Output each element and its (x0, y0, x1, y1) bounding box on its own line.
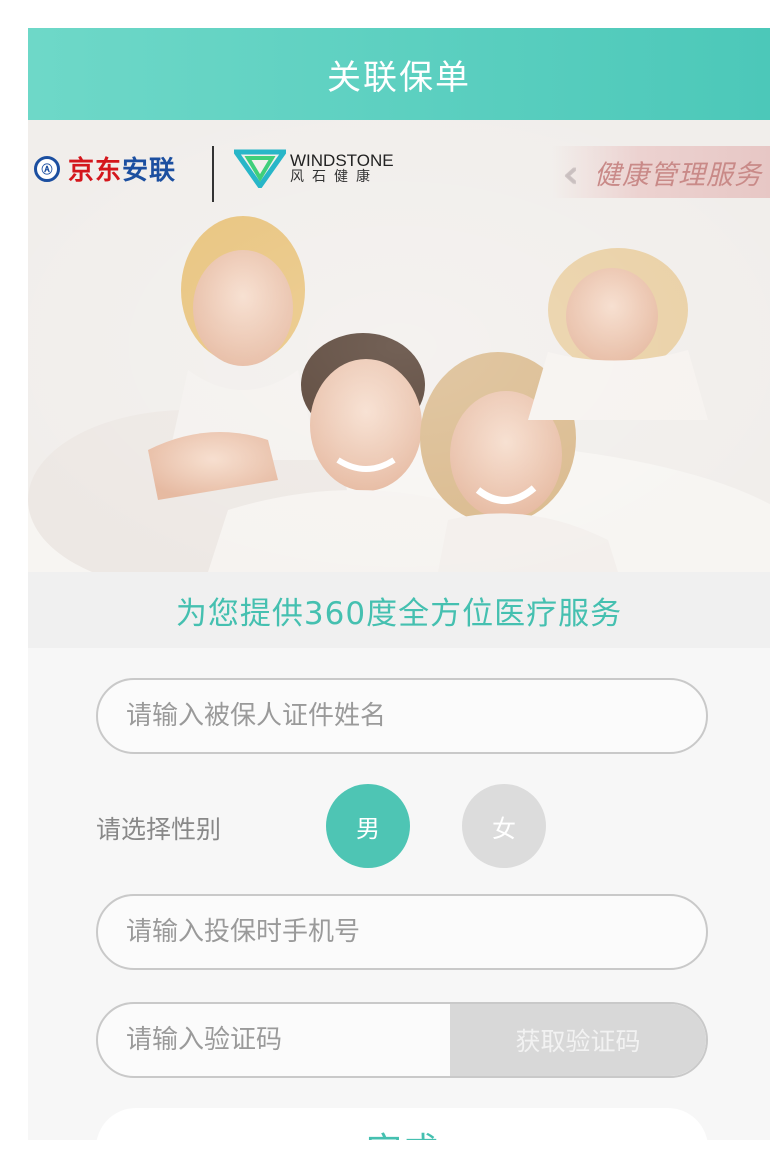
page-title: 关联保单 (327, 57, 471, 98)
link-policy-form: 请选择性别 男 女 获取验证码 完成 (28, 648, 770, 1140)
phone-field-wrapper (96, 894, 708, 970)
app-frame: 关联保单 Ⓐ 京东安联 WINDSTONE 风石健康 ‹‹‹ 健康管理服务 为您… (28, 28, 770, 1140)
allianz-icon: Ⓐ (34, 155, 60, 182)
insured-name-input[interactable] (98, 680, 706, 752)
windstone-en: WINDSTONE (290, 150, 394, 170)
hero-banner: Ⓐ 京东安联 WINDSTONE 风石健康 ‹‹‹ 健康管理服务 (28, 120, 770, 572)
verification-code-input[interactable] (98, 1004, 456, 1076)
chevron-left-icon: ‹‹‹ (562, 152, 578, 196)
windstone-cn: 风石健康 (290, 168, 378, 185)
slogan-strip: 为您提供360度全方位医疗服务 (28, 572, 770, 648)
gender-male-button[interactable]: 男 (326, 784, 410, 868)
phone-input[interactable] (98, 896, 706, 968)
jd-allianz-logo: Ⓐ 京东安联 (34, 150, 176, 187)
windstone-icon (234, 149, 286, 188)
get-code-button[interactable]: 获取验证码 (450, 1004, 706, 1076)
windstone-logo: WINDSTONE 风石健康 (234, 148, 394, 188)
gender-label: 请选择性别 (96, 815, 222, 844)
health-service-tag: ‹‹‹ 健康管理服务 (552, 146, 770, 198)
submit-button[interactable]: 完成 (96, 1108, 708, 1140)
logo-divider (212, 146, 214, 202)
gender-female-button[interactable]: 女 (462, 784, 546, 868)
code-field-wrapper: 获取验证码 (96, 1002, 708, 1078)
slogan-text: 为您提供360度全方位医疗服务 (175, 595, 623, 632)
name-field-wrapper (96, 678, 708, 754)
gender-selector: 请选择性别 男 女 (96, 784, 708, 868)
header-bar: 关联保单 (28, 28, 770, 120)
partner-logos: Ⓐ 京东安联 WINDSTONE 风石健康 ‹‹‹ 健康管理服务 (28, 142, 770, 212)
